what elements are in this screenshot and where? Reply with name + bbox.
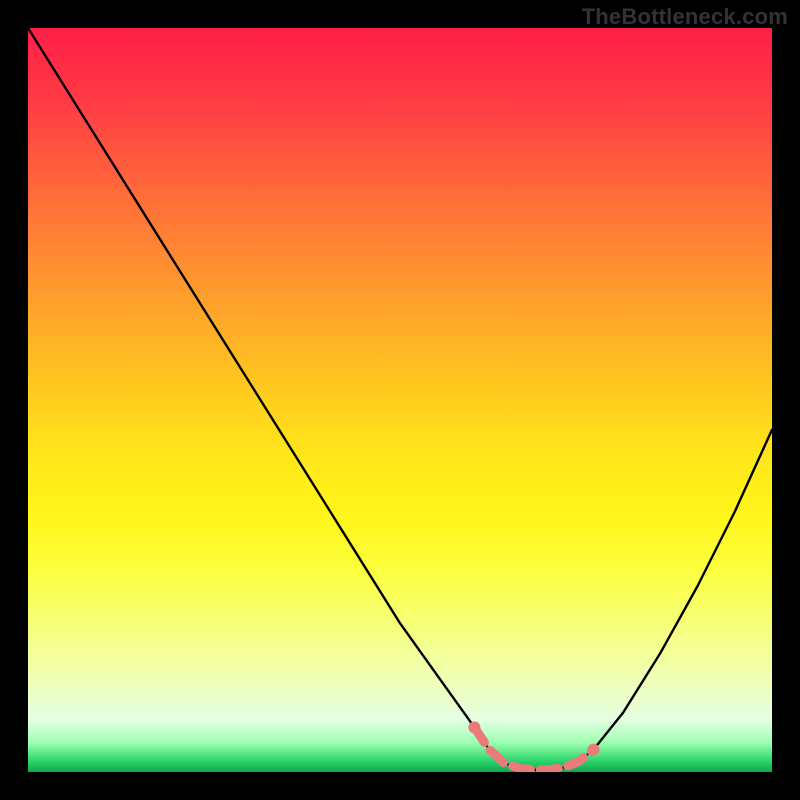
bottleneck-curve-svg bbox=[28, 28, 772, 772]
plot-area bbox=[28, 28, 772, 772]
optimal-range-end-cap bbox=[587, 744, 599, 756]
watermark-text: TheBottleneck.com bbox=[582, 4, 788, 30]
optimal-range-highlight bbox=[474, 727, 593, 769]
bottleneck-curve bbox=[28, 28, 772, 770]
optimal-range-start-cap bbox=[468, 721, 480, 733]
chart-root: TheBottleneck.com bbox=[0, 0, 800, 800]
